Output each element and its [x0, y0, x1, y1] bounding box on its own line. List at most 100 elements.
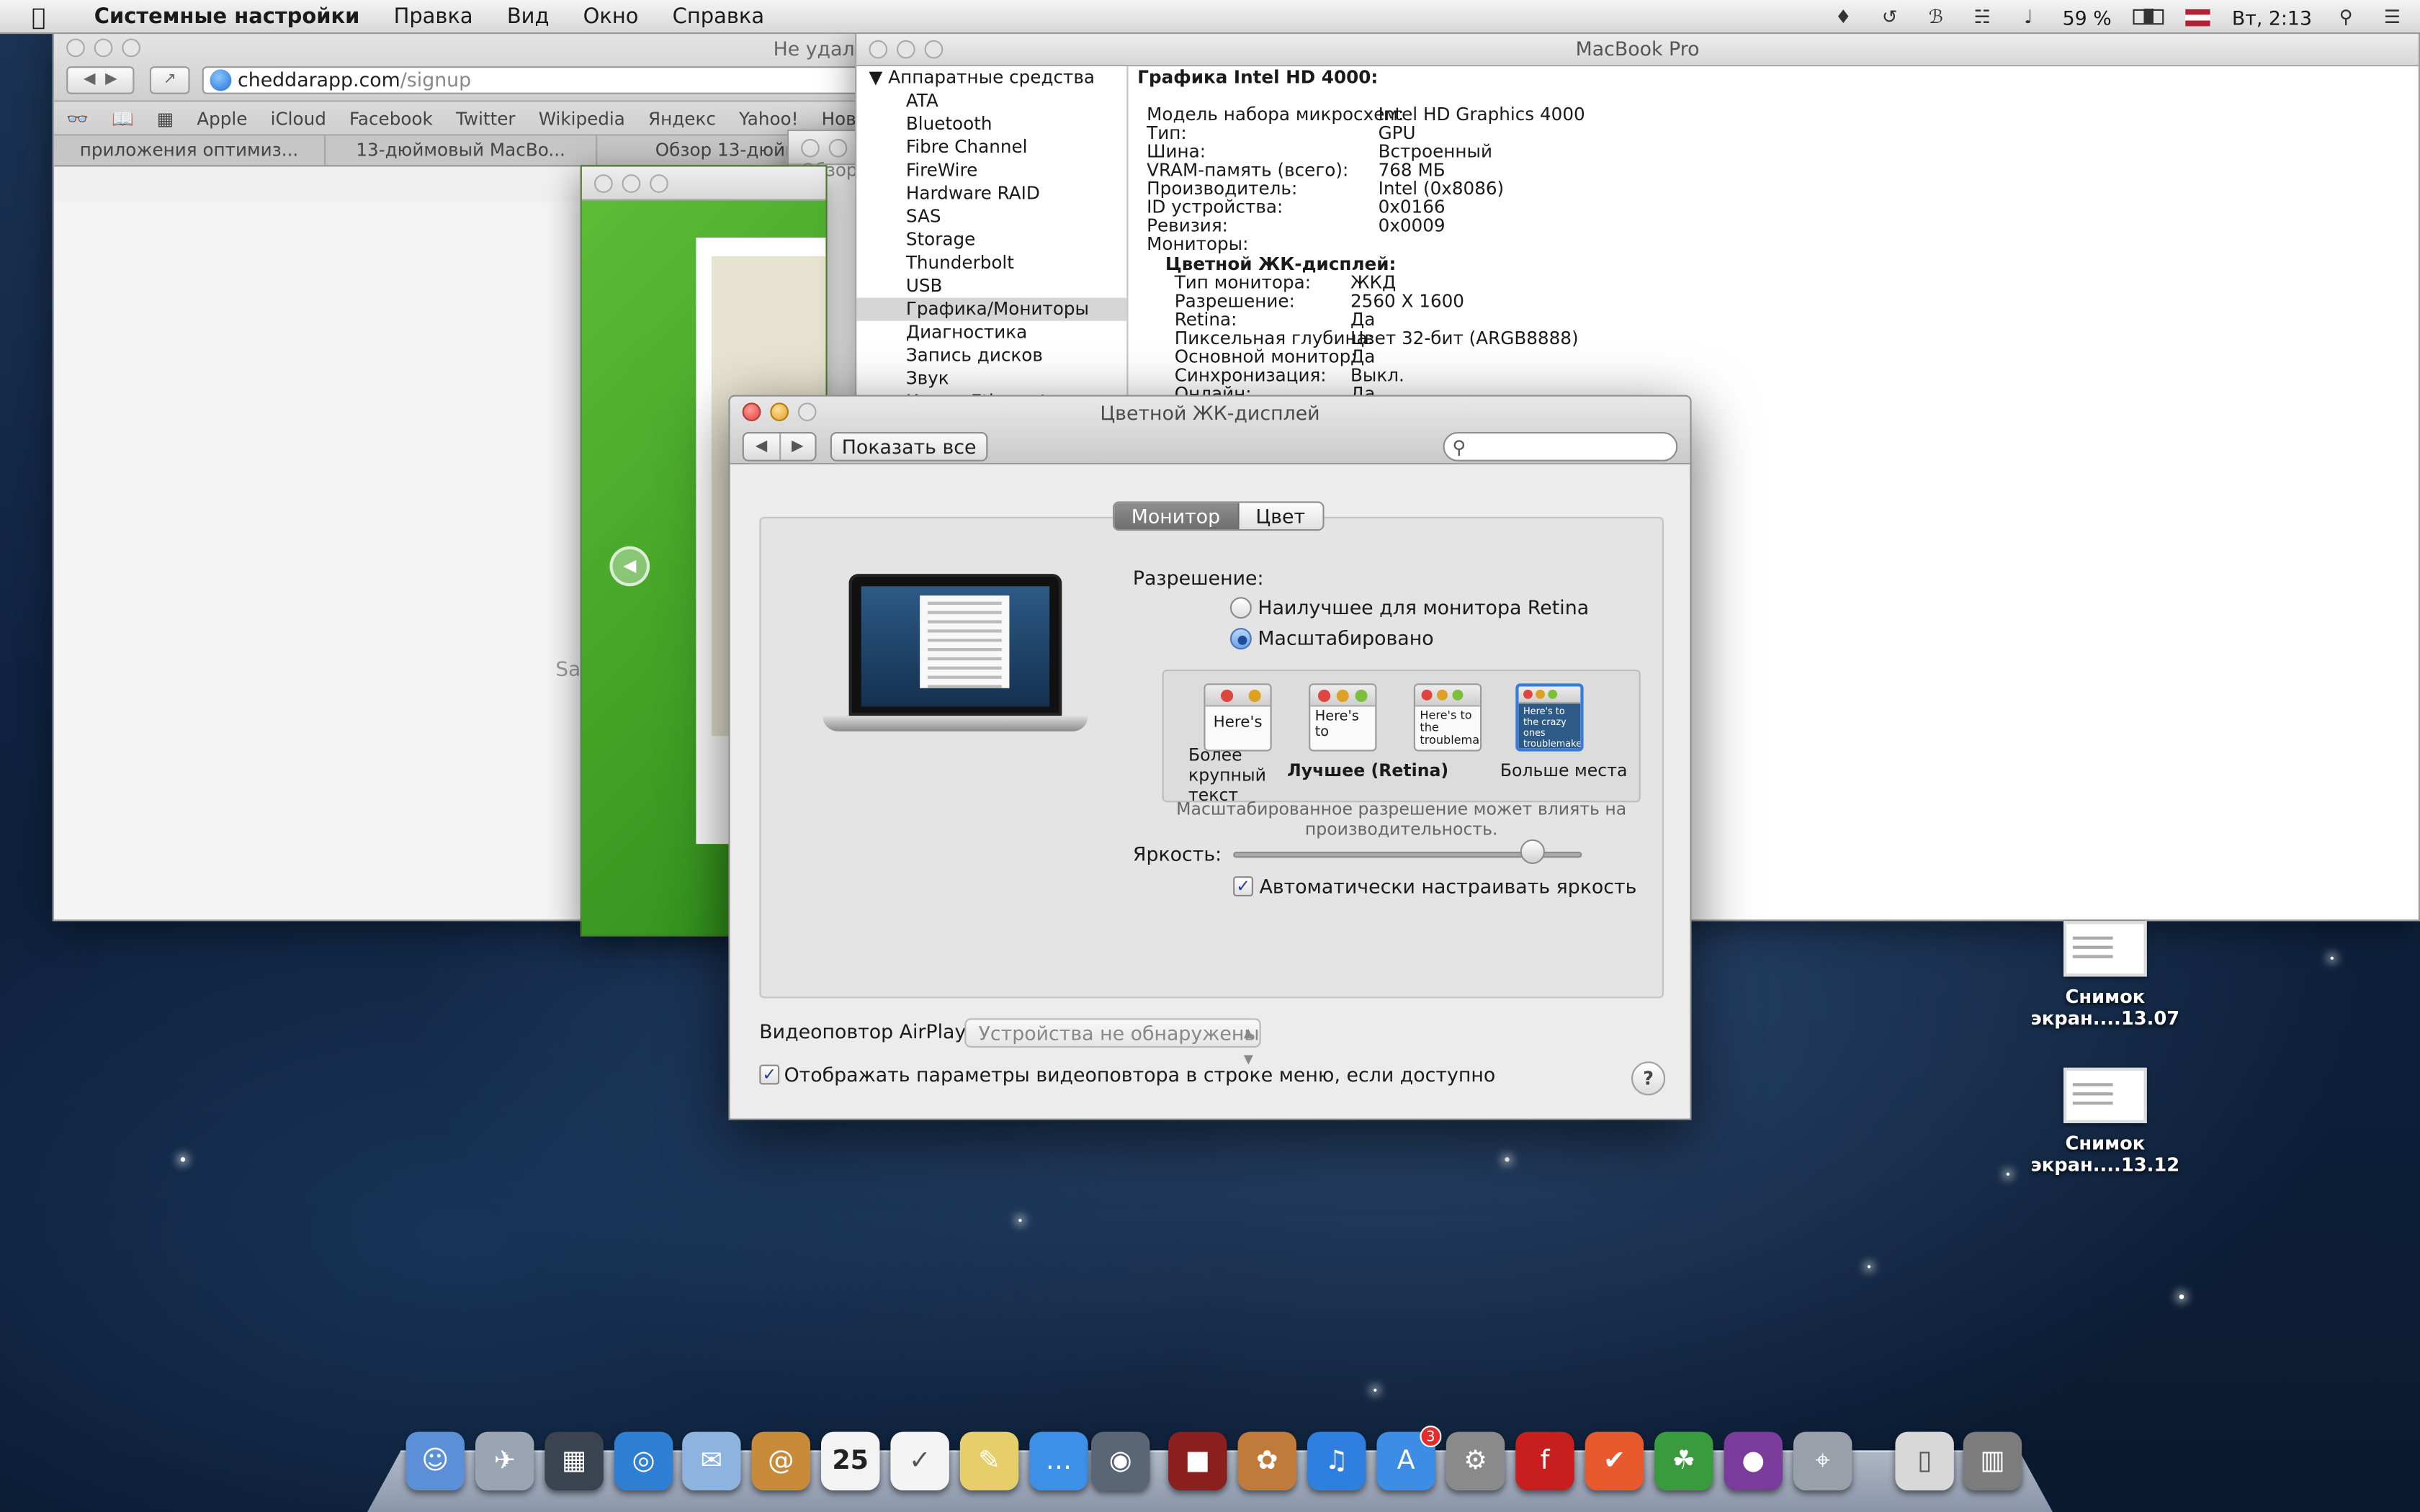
- close-button[interactable]: [869, 40, 888, 59]
- previous-arrow-icon[interactable]: ◀: [609, 546, 650, 587]
- minimize-button[interactable]: [622, 174, 641, 193]
- wifi-icon[interactable]: ☵: [1970, 6, 1994, 28]
- apple-menu-icon[interactable]: : [0, 2, 77, 30]
- documents-icon[interactable]: ▯: [1895, 1431, 1954, 1490]
- app-store-icon[interactable]: A3: [1376, 1425, 1442, 1490]
- angry-birds-icon[interactable]: ●: [1724, 1431, 1783, 1490]
- desktop-file-screenshot-2[interactable]: Снимок экран....13.12: [2028, 1067, 2182, 1176]
- tab-display[interactable]: Монитор: [1114, 503, 1239, 529]
- sidebar-item-graphics[interactable]: Графика/Мониторы: [856, 297, 1127, 321]
- desktop-file-screenshot-1[interactable]: Снимок экран....13.07: [2028, 921, 2182, 1029]
- url-field[interactable]: cheddarapp.com/signup: [202, 66, 882, 94]
- airplay-popup[interactable]: Устройства не обнаружены ▲ ▼: [964, 1018, 1261, 1066]
- facetime-icon[interactable]: ◉: [1091, 1431, 1150, 1490]
- battery-icon[interactable]: █: [2133, 9, 2164, 25]
- flash-icon[interactable]: f: [1515, 1431, 1574, 1490]
- notes-icon[interactable]: ✎: [959, 1431, 1019, 1490]
- option-scaled-label[interactable]: Масштабировано: [1258, 626, 1433, 649]
- close-button[interactable]: [66, 38, 85, 58]
- menu-window[interactable]: Окно: [566, 4, 655, 28]
- bookmark-facebook[interactable]: Facebook: [349, 107, 433, 129]
- xcode-instruments-icon[interactable]: ⌖: [1793, 1431, 1852, 1490]
- system-preferences-icon[interactable]: ⚙: [1446, 1431, 1505, 1490]
- back-icon[interactable]: ◀: [744, 433, 781, 460]
- top-sites-icon[interactable]: ▦: [157, 107, 174, 129]
- spotlight-search-icon[interactable]: ⚲: [2334, 6, 2358, 28]
- mirroring-menu-label[interactable]: Отображать параметры видеоповтора в стро…: [784, 1063, 1496, 1086]
- bookmark-twitter[interactable]: Twitter: [456, 107, 516, 129]
- back-forward-buttons[interactable]: ◀ ▶: [66, 66, 135, 94]
- bookmark-wikipedia[interactable]: Wikipedia: [539, 107, 625, 129]
- show-all-button[interactable]: Показать все: [830, 432, 988, 462]
- bookmark-yandex[interactable]: Яндекс: [648, 107, 716, 129]
- auto-brightness-checkbox[interactable]: ✓: [1233, 876, 1253, 896]
- disclosure-triangle-icon[interactable]: ▼: [869, 66, 882, 88]
- minimize-button[interactable]: [828, 138, 848, 158]
- calendar-icon[interactable]: 25: [821, 1431, 880, 1490]
- finder-icon[interactable]: ☺: [405, 1431, 465, 1490]
- bookmark-icloud[interactable]: iCloud: [271, 107, 326, 129]
- evernote-icon[interactable]: ☘: [1654, 1431, 1713, 1490]
- notification-center-icon[interactable]: ☰: [2380, 6, 2404, 28]
- search-input[interactable]: ⚲: [1443, 432, 1678, 462]
- sidebar-item-diagnostics[interactable]: Диагностика: [856, 321, 1126, 344]
- sidebar-item-ata[interactable]: ATA: [856, 89, 1126, 112]
- safari-icon[interactable]: ◎: [614, 1431, 673, 1490]
- scale-option-more-space[interactable]: Here's to the crazy ones troublemakers o…: [1515, 683, 1584, 752]
- tab-color[interactable]: Цвет: [1238, 503, 1322, 529]
- zoom-button[interactable]: [924, 40, 944, 59]
- mail-icon[interactable]: ✉: [682, 1431, 741, 1490]
- sidebar-item-thunderbolt[interactable]: Thunderbolt: [856, 251, 1126, 274]
- menu-help[interactable]: Справка: [655, 4, 781, 28]
- menu-app-name[interactable]: Системные настройки: [77, 4, 377, 28]
- flag-us-icon[interactable]: [2185, 8, 2210, 26]
- sidebar-item-usb[interactable]: USB: [856, 274, 1126, 297]
- share-button[interactable]: ↗: [149, 66, 190, 94]
- help-button[interactable]: ?: [1631, 1061, 1666, 1096]
- volume-icon[interactable]: ♩: [2016, 6, 2040, 28]
- sidebar-item-audio[interactable]: Звук: [856, 367, 1126, 390]
- battery-percent[interactable]: 59 %: [2063, 6, 2112, 29]
- mirroring-menu-checkbox[interactable]: ✓: [759, 1064, 780, 1085]
- menu-clock[interactable]: Вт, 2:13: [2232, 6, 2312, 29]
- scale-option-larger-text[interactable]: Here's: [1204, 683, 1272, 752]
- contacts-icon[interactable]: @: [751, 1431, 810, 1490]
- reading-list-icon[interactable]: 👓: [66, 107, 89, 129]
- reminders-icon[interactable]: ✓: [890, 1431, 949, 1490]
- option-best-for-retina-label[interactable]: Наилучшее для монитора Retina: [1258, 595, 1589, 618]
- bookmark-apple[interactable]: Apple: [197, 107, 247, 129]
- sidebar-item-firewire[interactable]: FireWire: [856, 159, 1126, 182]
- sidebar-item-bluetooth[interactable]: Bluetooth: [856, 112, 1126, 135]
- scale-option-best-retina[interactable]: Here's to: [1309, 683, 1377, 752]
- bluetooth-icon[interactable]: ℬ: [1924, 6, 1948, 28]
- close-button[interactable]: [801, 138, 820, 158]
- radio-best-for-retina[interactable]: [1229, 597, 1252, 619]
- time-machine-icon[interactable]: ↺: [1877, 6, 1901, 28]
- photo-booth-icon[interactable]: ■: [1168, 1431, 1227, 1490]
- messages-icon[interactable]: …: [1029, 1431, 1088, 1490]
- sidebar-item-storage[interactable]: Storage: [856, 228, 1126, 251]
- wunderlist-icon[interactable]: ✔: [1585, 1431, 1644, 1490]
- auto-brightness-label[interactable]: Автоматически настраивать яркость: [1260, 875, 1637, 898]
- trash-icon[interactable]: ▥: [1963, 1431, 2022, 1490]
- itunes-icon[interactable]: ♫: [1307, 1431, 1366, 1490]
- forward-icon[interactable]: ▶: [780, 433, 815, 459]
- tab-1[interactable]: приложения оптимиз...: [54, 135, 326, 166]
- minimize-button[interactable]: [897, 40, 915, 59]
- menu-edit[interactable]: Правка: [377, 4, 490, 28]
- zoom-button[interactable]: [650, 174, 668, 193]
- iphoto-icon[interactable]: ✿: [1237, 1431, 1296, 1490]
- brightness-slider-knob[interactable]: [1520, 839, 1546, 864]
- mission-control-icon[interactable]: ▦: [544, 1431, 604, 1490]
- launchpad-icon[interactable]: ✈: [475, 1431, 534, 1490]
- sidebar-item-hardware-raid[interactable]: Hardware RAID: [856, 182, 1126, 205]
- sidebar-item-sas[interactable]: SAS: [856, 205, 1126, 228]
- sidebar-item-disc-burning[interactable]: Запись дисков: [856, 344, 1126, 367]
- evernote-icon[interactable]: ♦: [1831, 6, 1855, 28]
- bookmarks-icon[interactable]: 📖: [112, 107, 134, 129]
- radio-scaled[interactable]: [1229, 628, 1252, 650]
- sidebar-item-fibre-channel[interactable]: Fibre Channel: [856, 136, 1126, 159]
- close-button[interactable]: [594, 174, 613, 193]
- zoom-button[interactable]: [122, 38, 140, 58]
- scale-option-medium[interactable]: Here's to the troublemak: [1413, 683, 1482, 752]
